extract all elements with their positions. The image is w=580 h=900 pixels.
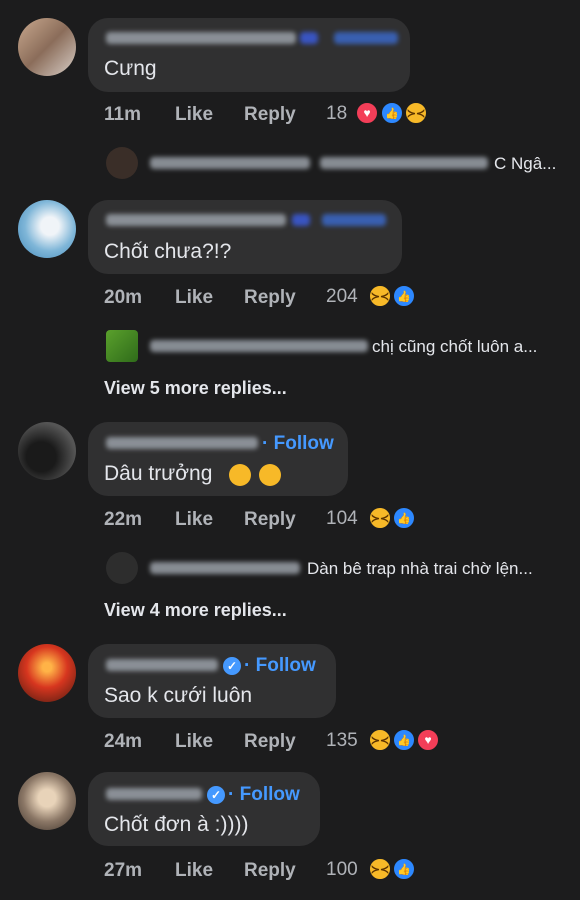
comment-time[interactable]: 22m [104,509,142,531]
comment-time[interactable]: 27m [104,860,142,882]
love-reaction-icon: ♥ [355,101,379,125]
reply-author-blurred[interactable] [150,562,300,574]
reply-button[interactable]: Reply [244,860,296,882]
comment-text: Chốt chưa?!? [104,240,232,263]
like-button[interactable]: Like [175,731,213,753]
reaction-count[interactable]: 135 [326,730,358,752]
comment-time[interactable]: 24m [104,731,142,753]
haha-reaction-icon: ≻≺ [368,284,392,308]
reply-button[interactable]: Reply [244,104,296,126]
like-button[interactable]: Like [175,287,213,309]
haha-reaction-icon: ≻≺ [368,857,392,881]
love-reaction-icon: ♥ [416,728,440,752]
reply-mention-blurred[interactable] [320,157,488,169]
like-button[interactable]: Like [175,860,213,882]
view-more-replies-link[interactable]: View 4 more replies... [104,600,287,621]
comment-time[interactable]: 11m [104,104,141,126]
reaction-count[interactable]: 204 [326,286,358,308]
like-button[interactable]: Like [175,104,213,126]
reaction-count[interactable]: 100 [326,859,358,881]
reply-preview-text[interactable]: chị cũng chốt luôn a... [372,337,537,357]
haha-reaction-icon: ≻≺ [368,506,392,530]
comment-text: Dâu trưởng [104,462,213,485]
reply-avatar[interactable] [106,147,138,179]
verified-badge-icon: ✓ [207,786,225,804]
commenter-name-blurred[interactable] [106,214,286,226]
avatar[interactable] [18,644,76,702]
avatar[interactable] [18,422,76,480]
commenter-name-blurred[interactable] [106,788,202,800]
haha-reaction-icon: ≻≺ [368,728,392,752]
comment-text: Chốt đơn à :)))) [104,813,249,836]
reaction-count[interactable]: 18 [326,103,347,125]
like-reaction-icon: 👍 [392,506,416,530]
commenter-name-blurred[interactable] [300,32,318,44]
verified-badge-icon: ✓ [223,657,241,675]
comment-text: Cưng [104,57,157,80]
like-reaction-icon: 👍 [392,284,416,308]
follow-link-blurred[interactable] [334,32,398,44]
comment-text: Sao k cưới luôn [104,684,253,707]
follow-link[interactable]: · Follow [262,433,334,455]
reply-button[interactable]: Reply [244,731,296,753]
reaction-count[interactable]: 104 [326,508,358,530]
partying-face-emoji-icon [259,464,281,486]
like-button[interactable]: Like [175,509,213,531]
reply-author-blurred[interactable] [150,340,368,352]
like-reaction-icon: 👍 [380,101,404,125]
commenter-name-blurred[interactable] [106,659,218,671]
reply-preview-text[interactable]: Dàn bê trap nhà trai chờ lện... [307,559,533,579]
reply-avatar[interactable] [106,552,138,584]
reply-button[interactable]: Reply [244,287,296,309]
commenter-name-blurred[interactable] [106,437,258,449]
avatar[interactable] [18,200,76,258]
commenter-name-blurred[interactable] [106,32,296,44]
follow-link[interactable]: · Follow [244,655,316,677]
partying-face-emoji-icon [229,464,251,486]
like-reaction-icon: 👍 [392,728,416,752]
avatar[interactable] [18,18,76,76]
commenter-name-blurred[interactable] [292,214,310,226]
follow-link[interactable]: · Follow [228,784,300,806]
reply-button[interactable]: Reply [244,509,296,531]
reply-author-blurred[interactable] [150,157,310,169]
like-reaction-icon: 👍 [392,857,416,881]
avatar[interactable] [18,772,76,830]
haha-reaction-icon: ≻≺ [404,101,428,125]
view-more-replies-link[interactable]: View 5 more replies... [104,378,287,399]
reply-preview-text[interactable]: C Ngâ... [494,154,556,174]
follow-link-blurred[interactable] [322,214,386,226]
reply-avatar[interactable] [106,330,138,362]
comment-time[interactable]: 20m [104,287,142,309]
